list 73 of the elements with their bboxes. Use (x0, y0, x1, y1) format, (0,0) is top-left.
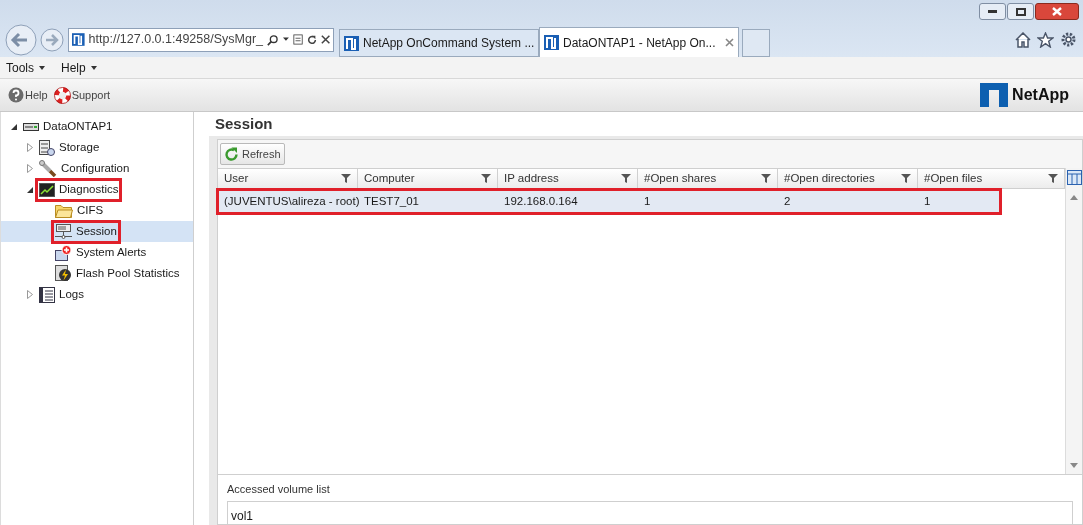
menu-item[interactable]: Tools (6, 58, 45, 77)
column-chooser-icon[interactable] (1066, 170, 1082, 185)
collapse-icon[interactable] (27, 186, 33, 193)
dropdown-icon[interactable] (282, 37, 289, 42)
expand-icon[interactable] (27, 290, 33, 299)
maximize-button[interactable] (1007, 3, 1034, 20)
table-cell-text: 2 (783, 193, 792, 209)
toolbar-button[interactable]: Support (53, 86, 111, 104)
close-icon (1052, 7, 1062, 16)
table-cell-text: 1 (643, 193, 652, 209)
logo-icon (980, 83, 1009, 107)
filter-icon[interactable] (341, 174, 351, 183)
address-bar[interactable]: http://127.0.0.1:49258/SysMgr_ (68, 27, 334, 52)
tree-item[interactable]: Diagnostics (37, 179, 121, 200)
site-icon (544, 35, 559, 50)
caret-icon (90, 65, 97, 70)
filter-icon[interactable] (761, 174, 771, 183)
logo-text: NetApp (1012, 85, 1069, 105)
compatibility-icon[interactable] (292, 33, 303, 46)
toolbar-button[interactable]: Help (8, 86, 48, 104)
section-label: Accessed volume list (227, 482, 331, 497)
site-icon (72, 32, 85, 47)
lifebuoy-icon (53, 86, 71, 104)
table-cell-text: TEST7_01 (363, 193, 420, 209)
scroll-up-icon[interactable] (1070, 195, 1078, 200)
storage-icon (39, 139, 55, 156)
tree-item[interactable]: CIFS (53, 200, 106, 221)
filter-icon[interactable] (481, 174, 491, 183)
table-cell-text: 192.168.0.164 (503, 193, 579, 209)
tree-item[interactable]: Storage (37, 137, 102, 158)
tree-item[interactable]: System Alerts (53, 242, 149, 263)
page-title: Session (215, 113, 273, 134)
star-icon[interactable] (1037, 31, 1054, 48)
menu-item[interactable]: Help (61, 58, 97, 77)
folder-icon (55, 203, 73, 218)
refresh-button[interactable]: Refresh (220, 143, 285, 165)
settings-icon[interactable] (1060, 31, 1077, 48)
tree-item[interactable]: Configuration (37, 158, 132, 179)
monitor-icon (39, 182, 55, 197)
server-icon (23, 120, 39, 133)
refresh-icon (224, 146, 239, 162)
volume-list-field[interactable]: vol1 (227, 500, 1073, 525)
alert-icon (55, 244, 72, 261)
refresh-icon[interactable] (306, 33, 317, 46)
expand-icon[interactable] (27, 164, 33, 173)
table-cell-text: (JUVENTUS\alireza - root) (223, 193, 358, 209)
table-cell-text: 1 (923, 193, 932, 209)
browser-tab[interactable]: NetApp OnCommand System ... (339, 29, 539, 57)
network-icon (55, 223, 72, 240)
table-row[interactable]: (JUVENTUS\alireza - root) TEST7_01 192.168.0.164 1 2 1 (218, 190, 1000, 213)
filter-icon[interactable] (621, 174, 631, 183)
collapse-icon[interactable] (11, 123, 17, 130)
filter-icon[interactable] (901, 174, 911, 183)
lightning-icon (55, 265, 72, 282)
caret-icon (39, 65, 45, 70)
search-icon[interactable] (267, 32, 279, 47)
close-tab-icon[interactable] (725, 38, 734, 47)
wrench-icon (39, 160, 57, 177)
minimize-button[interactable] (979, 3, 1006, 20)
tree-item[interactable]: Logs (37, 284, 86, 305)
close-icon[interactable] (320, 34, 330, 45)
site-icon (344, 35, 359, 51)
help-icon (8, 87, 24, 103)
tree-item[interactable]: Flash Pool Statistics (53, 263, 182, 284)
list-icon (39, 286, 55, 303)
scroll-down-icon[interactable] (1070, 463, 1078, 468)
tree-item[interactable]: DataONTAP1 (21, 116, 115, 137)
expand-icon[interactable] (27, 143, 33, 152)
address-text: http://127.0.0.1:49258/SysMgr_ (88, 31, 263, 49)
close-button[interactable] (1035, 3, 1079, 20)
browser-tab[interactable]: DataONTAP1 - NetApp On... (539, 27, 739, 57)
home-icon[interactable] (1015, 31, 1031, 48)
filter-icon[interactable] (1048, 174, 1058, 183)
